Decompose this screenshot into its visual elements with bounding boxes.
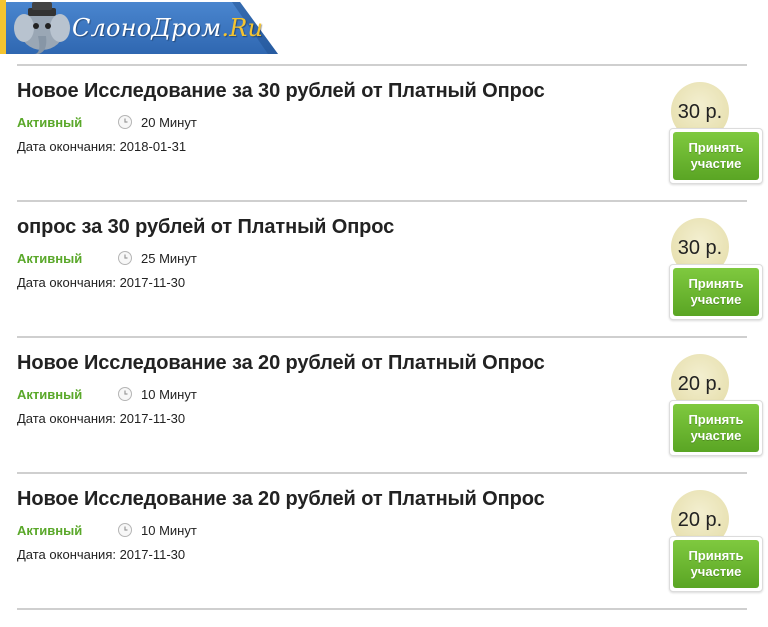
clock-icon — [118, 523, 132, 537]
survey-item: Новое Исследование за 20 рублей от Платн… — [17, 338, 763, 474]
end-date: Дата окончания: 2017-11-30 — [17, 547, 186, 562]
survey-meta: Активный 10 Минут — [17, 386, 197, 402]
survey-meta: Активный 10 Минут — [17, 522, 197, 538]
join-button-label: Принять участие — [673, 404, 759, 452]
elephant-mascot-icon — [14, 2, 70, 54]
survey-list: Новое Исследование за 30 рублей от Платн… — [0, 66, 768, 610]
logo-suffix-text: .Ru — [221, 14, 264, 42]
survey-title[interactable]: Новое Исследование за 20 рублей от Платн… — [17, 488, 545, 511]
join-button-label: Принять участие — [673, 132, 759, 180]
end-date: Дата окончания: 2018-01-31 — [17, 139, 187, 154]
reward-box: 20 р. Принять участие — [649, 490, 763, 598]
status-badge: Активный — [17, 522, 83, 538]
clock-icon — [118, 387, 132, 401]
status-badge: Активный — [17, 386, 83, 402]
join-button[interactable]: Принять участие — [669, 400, 763, 456]
logo-text: СлоноДром.Ru — [72, 14, 263, 42]
survey-item: опрос за 30 рублей от Платный Опрос Акти… — [17, 202, 763, 338]
join-button[interactable]: Принять участие — [669, 264, 763, 320]
survey-meta: Активный 20 Минут — [17, 114, 197, 130]
join-button[interactable]: Принять участие — [669, 128, 763, 184]
survey-item: Новое Исследование за 20 рублей от Платн… — [17, 474, 763, 610]
clock-icon — [118, 115, 132, 129]
reward-box: 30 р. Принять участие — [649, 82, 763, 190]
duration-label: 25 Минут — [141, 250, 197, 266]
reward-box: 30 р. Принять участие — [649, 218, 763, 326]
survey-title[interactable]: Новое Исследование за 30 рублей от Платн… — [17, 80, 545, 103]
join-button[interactable]: Принять участие — [669, 536, 763, 592]
join-button-label: Принять участие — [673, 268, 759, 316]
duration-label: 20 Минут — [141, 114, 197, 130]
clock-icon — [118, 251, 132, 265]
duration-label: 10 Минут — [141, 386, 197, 402]
end-date: Дата окончания: 2017-11-30 — [17, 275, 186, 290]
end-date: Дата окончания: 2017-11-30 — [17, 411, 186, 426]
site-logo[interactable]: СлоноДром.Ru — [0, 0, 280, 56]
logo-main-text: СлоноДром — [72, 14, 222, 42]
survey-meta: Активный 25 Минут — [17, 250, 197, 266]
survey-item: Новое Исследование за 30 рублей от Платн… — [17, 66, 763, 202]
join-button-label: Принять участие — [673, 540, 759, 588]
survey-title[interactable]: опрос за 30 рублей от Платный Опрос — [17, 216, 394, 239]
reward-box: 20 р. Принять участие — [649, 354, 763, 462]
status-badge: Активный — [17, 114, 83, 130]
survey-title[interactable]: Новое Исследование за 20 рублей от Платн… — [17, 352, 545, 375]
status-badge: Активный — [17, 250, 83, 266]
duration-label: 10 Минут — [141, 522, 197, 538]
